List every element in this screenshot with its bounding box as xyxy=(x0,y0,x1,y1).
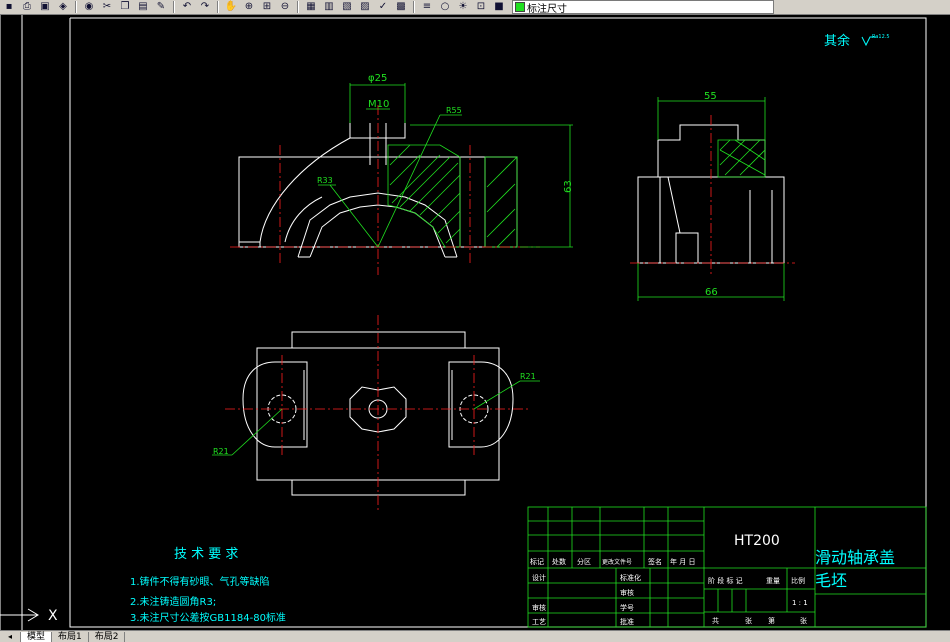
calc-icon[interactable]: ▩ xyxy=(394,1,408,13)
surface-finish-note: 其余 xyxy=(824,33,850,49)
color-icon[interactable]: ■ xyxy=(492,1,506,13)
paste-icon[interactable]: ▤ xyxy=(136,1,150,13)
match-icon[interactable]: ✎ xyxy=(154,1,168,13)
left-label-0: 设计 xyxy=(532,573,546,582)
stage-label-1: 重量 xyxy=(766,577,780,585)
dim-63: 63 xyxy=(563,180,574,193)
tech-req-item-3: 3.未注尺寸公差按GB1184-80标准 xyxy=(130,611,286,624)
publish-icon[interactable]: ◈ xyxy=(56,1,70,13)
preview-icon[interactable]: ▣ xyxy=(38,1,52,13)
tech-req-item-2: 2.未注铸造圆角R3; xyxy=(130,595,216,608)
design-center-icon[interactable]: ▥ xyxy=(322,1,336,13)
row-label-0: 标记 xyxy=(530,557,544,566)
side-view: 55 66 xyxy=(630,91,795,301)
mid-label-1: 审核 xyxy=(620,588,634,597)
layout-tabs: ◂ 模型 布局1 布局2 xyxy=(0,630,950,642)
plot-icon[interactable]: ◉ xyxy=(82,1,96,13)
mid-label-3: 批准 xyxy=(620,617,634,626)
material: HT200 xyxy=(734,533,780,549)
layer-name: 标注尺寸 xyxy=(527,3,567,15)
left-label-1: 审核 xyxy=(532,603,546,612)
dim-m10: M10 xyxy=(368,99,389,110)
top-view: R21 R21 xyxy=(212,315,540,510)
tab-model[interactable]: 模型 xyxy=(21,631,53,642)
properties-icon[interactable]: ▦ xyxy=(304,1,318,13)
dim-r33: R33 xyxy=(317,176,333,185)
part-name: 滑动轴承盖 xyxy=(815,548,895,567)
ucs-icon xyxy=(0,608,39,622)
drawing-frame xyxy=(0,15,927,630)
mid-label-2: 学号 xyxy=(620,603,634,612)
stage-label-0: 阶 段 标 记 xyxy=(708,576,743,585)
dim-55: 55 xyxy=(704,91,717,102)
tech-req-item-1: 1.铸件不得有砂眼、气孔等缺陷 xyxy=(130,575,270,588)
toolbar-separator xyxy=(217,1,219,13)
zoom-realtime-icon[interactable]: ⊕ xyxy=(242,1,256,13)
copy-icon[interactable]: ❐ xyxy=(118,1,132,13)
ucs-x-label: X xyxy=(48,608,58,624)
stage-label-2: 比例 xyxy=(791,576,805,585)
row-label-2: 分区 xyxy=(577,557,591,566)
cut-icon[interactable]: ✂ xyxy=(100,1,114,13)
roughness-value: Ra12.5 xyxy=(872,34,890,40)
row-label-5: 年 月 日 xyxy=(670,557,695,566)
toolbar-separator xyxy=(297,1,299,13)
zoom-window-icon[interactable]: ⊞ xyxy=(260,1,274,13)
dim-r21-left: R21 xyxy=(213,447,229,456)
model-space-canvas[interactable]: 其余 Ra12.5 φ25 M10 R55 R33 63 55 66 R21 R… xyxy=(0,15,950,630)
standard-toolbar: ▪ ⎙ ▣ ◈ ◉ ✂ ❐ ▤ ✎ ↶ ↷ ✋ ⊕ ⊞ ⊖ ▦ ▥ ▧ ▨ ✓ ▩ ≡ ○ ☀ ⊡ ■ 标注尺寸 xyxy=(0,0,950,15)
tab-layout1[interactable]: 布局1 xyxy=(52,631,89,642)
title-block xyxy=(527,506,927,628)
markup-icon[interactable]: ✓ xyxy=(376,1,390,13)
sheet-label-1: 张 xyxy=(745,616,752,625)
toolbar-separator xyxy=(413,1,415,13)
pan-icon[interactable]: ✋ xyxy=(224,1,238,13)
undo-icon[interactable]: ↶ xyxy=(180,1,194,13)
lock-icon[interactable]: ⊡ xyxy=(474,1,488,13)
zoom-previous-icon[interactable]: ⊖ xyxy=(278,1,292,13)
sheet-label-0: 共 xyxy=(712,616,719,625)
row-label-1: 处数 xyxy=(552,557,566,566)
layer-dropdown[interactable]: 标注尺寸 xyxy=(512,0,774,14)
sheet-label-2: 第 xyxy=(768,616,775,625)
dim-r55: R55 xyxy=(446,106,462,115)
layer-manager-icon[interactable]: ≡ xyxy=(420,1,434,13)
tool-palette-icon[interactable]: ▧ xyxy=(340,1,354,13)
technical-requirements: 技 术 要 求 1.铸件不得有砂眼、气孔等缺陷 2.未注铸造圆角R3; 3.未注… xyxy=(130,547,286,624)
scale: 1 : 1 xyxy=(792,599,808,607)
front-view: φ25 M10 R55 R33 63 xyxy=(230,73,574,275)
bulb-icon[interactable]: ○ xyxy=(438,1,452,13)
dim-r21-right: R21 xyxy=(520,372,536,381)
row-label-4: 签名 xyxy=(648,557,662,566)
redo-icon[interactable]: ↷ xyxy=(198,1,212,13)
sun-icon[interactable]: ☀ xyxy=(456,1,470,13)
tab-nav-left[interactable]: ◂ xyxy=(0,631,21,642)
toolbar-separator xyxy=(173,1,175,13)
tech-req-title: 技 术 要 求 xyxy=(174,547,238,562)
left-label-2: 工艺 xyxy=(532,618,546,626)
dim-66: 66 xyxy=(705,287,718,298)
toolbar-separator xyxy=(75,1,77,13)
dim-phi25: φ25 xyxy=(368,73,387,84)
save-icon[interactable]: ▪ xyxy=(2,1,16,13)
row-label-3: 更改文件号 xyxy=(602,558,632,566)
print-icon[interactable]: ⎙ xyxy=(20,1,34,13)
mid-label-0: 标准化 xyxy=(620,573,641,582)
sheet-label-3: 张 xyxy=(800,616,807,625)
sheet-set-icon[interactable]: ▨ xyxy=(358,1,372,13)
tab-layout2[interactable]: 布局2 xyxy=(89,631,126,642)
layer-color-icon xyxy=(515,2,525,12)
part-type: 毛坯 xyxy=(815,571,847,590)
